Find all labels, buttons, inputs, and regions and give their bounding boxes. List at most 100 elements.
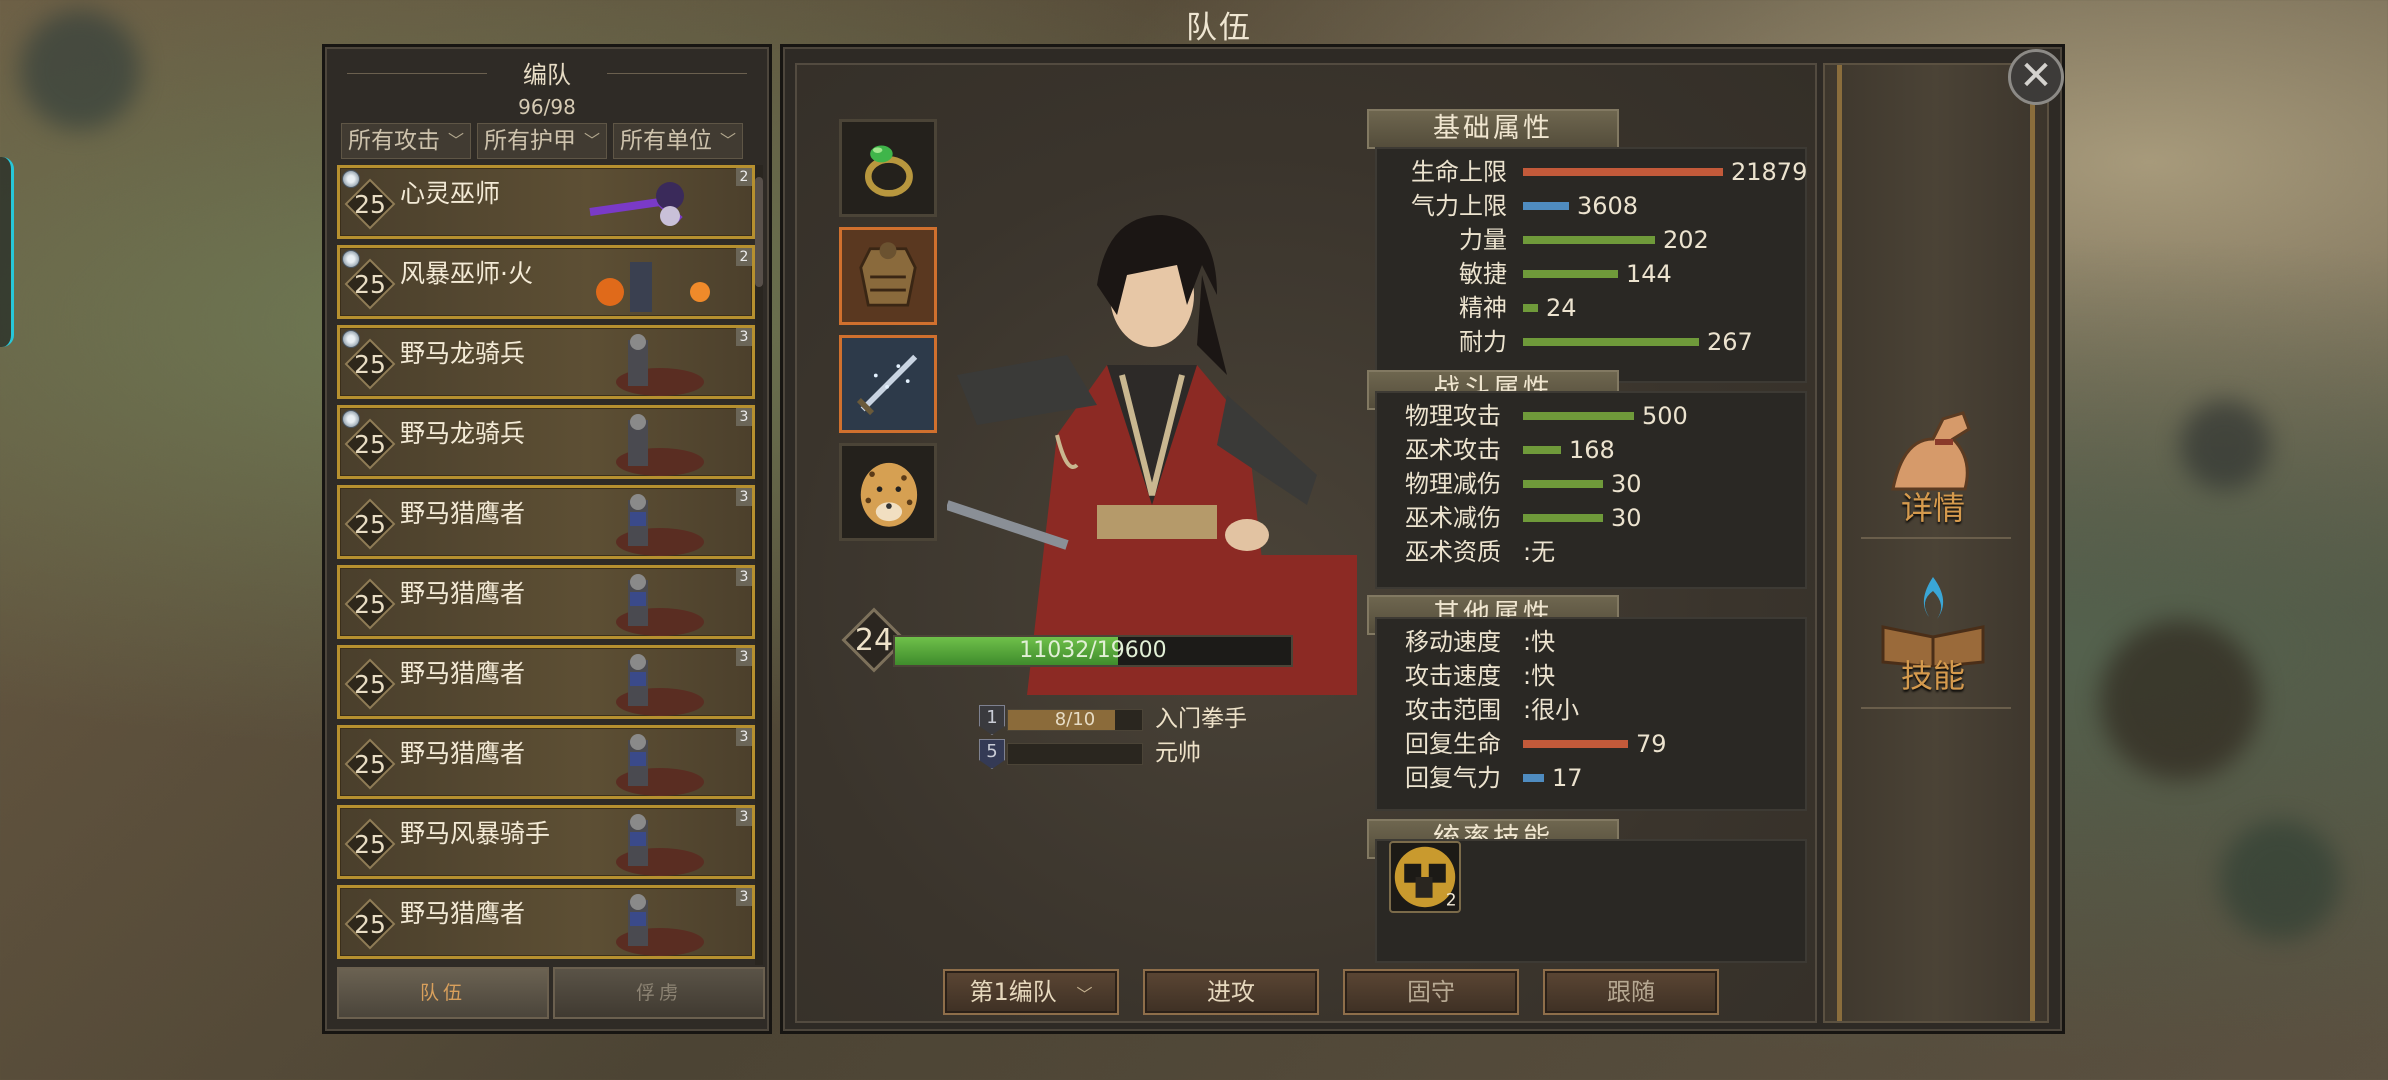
stat-bar bbox=[1523, 236, 1655, 244]
stat-value: 500 bbox=[1642, 402, 1688, 430]
tab-prisoners[interactable]: 俘虏 bbox=[553, 967, 765, 1019]
stat-value: 3608 bbox=[1577, 192, 1639, 220]
unit-list-scrollbar[interactable] bbox=[755, 177, 763, 287]
follow-button[interactable]: 跟随 bbox=[1543, 969, 1719, 1015]
unit-name: 野马龙骑兵 bbox=[400, 419, 526, 448]
unit-row[interactable]: 25 野马猎鹰者 3 bbox=[337, 485, 755, 559]
title-name: 元帅 bbox=[1155, 740, 1201, 766]
stat-label: 耐力 bbox=[1459, 328, 1507, 356]
unit-sprite bbox=[616, 334, 704, 396]
armor-icon[interactable] bbox=[839, 227, 937, 325]
stat-value: 17 bbox=[1552, 764, 1583, 792]
unit-row[interactable]: 25 野马猎鹰者 3 bbox=[337, 645, 755, 719]
stat-value: 168 bbox=[1569, 436, 1615, 464]
stat-label: 物理减伤 bbox=[1405, 470, 1501, 498]
unit-row[interactable]: 25 野马猎鹰者 3 bbox=[337, 885, 755, 959]
unit-level-badge: 25 bbox=[344, 898, 396, 950]
unit-level: 25 bbox=[354, 590, 386, 619]
side-divider bbox=[1861, 707, 2011, 709]
unit-row[interactable]: 25 野马龙骑兵 3 bbox=[337, 325, 755, 399]
chevron-down-icon: ﹀ bbox=[1076, 985, 1093, 1004]
side-divider bbox=[1861, 537, 2011, 539]
stat-row: 敏捷 144 bbox=[1377, 257, 1805, 291]
stat-bar bbox=[1523, 740, 1628, 748]
unit-level-badge: 25 bbox=[344, 498, 396, 550]
stat-bar bbox=[1523, 446, 1561, 454]
combat-stats-box: 物理攻击 500 巫术攻击 168 物理减伤 30 巫术减伤 30 巫术资质:无 bbox=[1375, 391, 1807, 589]
stat-value: 79 bbox=[1636, 730, 1667, 758]
stat-value: 21879 bbox=[1731, 158, 1808, 186]
title-badge-icon: 5 bbox=[979, 739, 1005, 769]
xp-text: 11032/19600 bbox=[1019, 638, 1167, 663]
stat-label: 巫术攻击 bbox=[1405, 436, 1501, 464]
stat-bar bbox=[1523, 480, 1603, 488]
stat-value: 24 bbox=[1546, 294, 1577, 322]
unit-row[interactable]: 25 野马猎鹰者 3 bbox=[337, 565, 755, 639]
close-icon: ✕ bbox=[2019, 53, 2053, 99]
stat-label: 攻击速度 bbox=[1405, 662, 1501, 690]
unit-level: 25 bbox=[354, 430, 386, 459]
stat-value: 267 bbox=[1707, 328, 1753, 356]
unit-sprite bbox=[616, 734, 704, 796]
unit-row[interactable]: 25 野马风暴骑手 3 bbox=[337, 805, 755, 879]
unit-row[interactable]: 25 野马龙骑兵 3 bbox=[337, 405, 755, 479]
medal-icon bbox=[342, 170, 360, 188]
formation-dropdown[interactable]: 第1编队 ﹀ bbox=[943, 969, 1119, 1015]
stat-label: 生命上限 bbox=[1411, 158, 1507, 186]
stat-value: :快 bbox=[1523, 662, 1556, 690]
filter-bar: 所有攻击 ﹀ 所有护甲 ﹀ 所有单位 ﹀ bbox=[341, 123, 743, 159]
hold-button[interactable]: 固守 bbox=[1343, 969, 1519, 1015]
roster-title: 编队 bbox=[523, 61, 571, 89]
tab-troops[interactable]: 队伍 bbox=[337, 967, 549, 1019]
unit-row[interactable]: 25 心灵巫师 2 bbox=[337, 165, 755, 239]
side-drawer-tab[interactable] bbox=[0, 157, 14, 347]
stat-label: 回复生命 bbox=[1405, 730, 1501, 758]
hero-panel: 24 11032/19600 1 8/10 入门拳手 5 元帅 基础属性 生命上… bbox=[780, 44, 2065, 1034]
filter-unit-dropdown[interactable]: 所有单位 ﹀ bbox=[613, 123, 743, 159]
unit-list: 25 心灵巫师 2 25 风暴巫师·火 2 25 野马龙骑兵 3 25 野马龙骑兵 3 25 野马猎鹰者 3… bbox=[337, 165, 755, 965]
stat-label: 回复气力 bbox=[1405, 764, 1501, 792]
unit-row[interactable]: 25 风暴巫师·火 2 bbox=[337, 245, 755, 319]
filter-attack-dropdown[interactable]: 所有攻击 ﹀ bbox=[341, 123, 471, 159]
stat-value: :快 bbox=[1523, 628, 1556, 656]
unit-level: 25 bbox=[354, 270, 386, 299]
unit-tier: 3 bbox=[736, 568, 752, 586]
unit-name: 野马猎鹰者 bbox=[400, 899, 526, 928]
ring-icon[interactable] bbox=[839, 119, 937, 217]
close-button[interactable]: ✕ bbox=[2008, 49, 2064, 105]
rank-title: 入门拳手 bbox=[1155, 706, 1247, 732]
unit-name: 野马猎鹰者 bbox=[400, 739, 526, 768]
unit-level-badge: 25 bbox=[344, 818, 396, 870]
troop-skill-icon[interactable]: 2 bbox=[1389, 841, 1461, 913]
stat-row: 巫术攻击 168 bbox=[1377, 433, 1805, 467]
unit-level: 25 bbox=[354, 750, 386, 779]
chevron-down-icon: ﹀ bbox=[447, 131, 464, 150]
unit-sprite bbox=[589, 182, 684, 226]
stat-label: 巫术资质 bbox=[1405, 538, 1501, 566]
stat-row: 精神 24 bbox=[1377, 291, 1805, 325]
medal-icon bbox=[342, 250, 360, 268]
window-title: 队伍 bbox=[1186, 10, 1252, 46]
sword-icon[interactable] bbox=[839, 335, 937, 433]
unit-sprite bbox=[616, 494, 704, 556]
stat-label: 攻击范围 bbox=[1405, 696, 1501, 724]
unit-tier: 3 bbox=[736, 728, 752, 746]
unit-tier: 3 bbox=[736, 888, 752, 906]
unit-row[interactable]: 25 野马猎鹰者 3 bbox=[337, 725, 755, 799]
unit-level: 25 bbox=[354, 510, 386, 539]
stat-value: :很小 bbox=[1523, 696, 1580, 724]
formation-label: 第1编队 bbox=[969, 978, 1057, 1006]
cheetah-mount-icon[interactable] bbox=[839, 443, 937, 541]
stat-row: 巫术资质:无 bbox=[1377, 535, 1805, 569]
hero-detail-frame: 24 11032/19600 1 8/10 入门拳手 5 元帅 基础属性 生命上… bbox=[795, 63, 1817, 1023]
stat-value: 202 bbox=[1663, 226, 1709, 254]
attack-button[interactable]: 进攻 bbox=[1143, 969, 1319, 1015]
stat-bar bbox=[1523, 168, 1723, 176]
details-button[interactable]: 详情 bbox=[1873, 399, 1993, 529]
unit-tier: 2 bbox=[736, 248, 752, 266]
skills-button[interactable]: 技能 bbox=[1873, 567, 1993, 697]
stat-value: 30 bbox=[1611, 470, 1642, 498]
unit-level-badge: 25 bbox=[344, 658, 396, 710]
unit-tier: 3 bbox=[736, 808, 752, 826]
filter-armor-dropdown[interactable]: 所有护甲 ﹀ bbox=[477, 123, 607, 159]
